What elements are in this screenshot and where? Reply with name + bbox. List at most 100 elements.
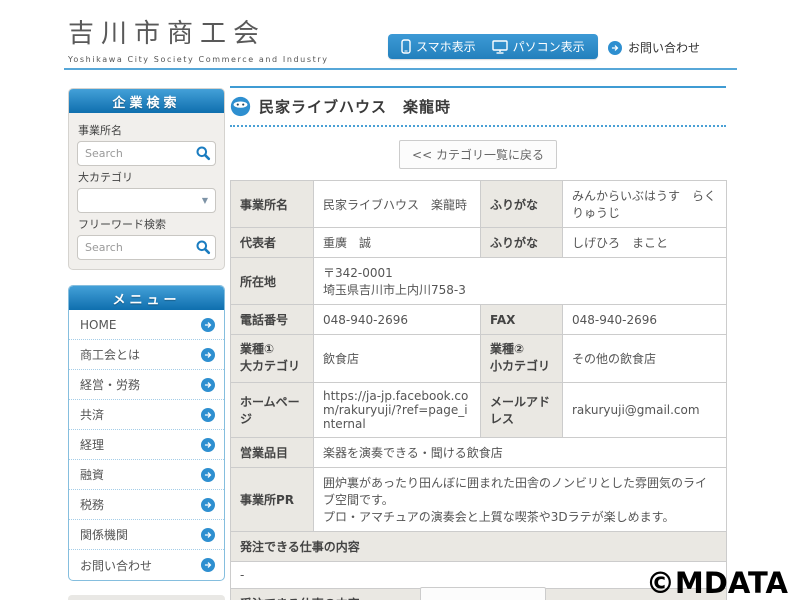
- table-row: 営業品目 楽器を演奏できる・聞ける飲食店: [231, 437, 727, 467]
- business-name-kana-value: みんからいぶはうす らくりゅうじ: [563, 181, 727, 228]
- menu-item-contact[interactable]: お問い合わせ: [69, 550, 224, 580]
- arrow-circle-icon: [608, 41, 622, 55]
- back-to-category-button-bottom[interactable]: [420, 587, 546, 600]
- menu-item-about[interactable]: 商工会とは: [69, 340, 224, 370]
- business-detail-table: 事業所名 民家ライブハウス 楽龍時 ふりがな みんからいぶはうす らくりゅうじ …: [230, 180, 727, 600]
- menu-item-label: HOME: [80, 318, 116, 332]
- contact-link-label: お問い合わせ: [628, 39, 700, 56]
- homepage-url-link[interactable]: https://ja-jp.facebook.com/rakuryuji/?re…: [314, 382, 481, 437]
- menu-item-loans[interactable]: 融資: [69, 460, 224, 490]
- address-value: 〒342-0001 埼玉県吉川市上内川758-3: [314, 258, 727, 305]
- street-address: 埼玉県吉川市上内川758-3: [323, 281, 717, 298]
- business-name-header: 事業所名: [231, 181, 314, 228]
- table-row: 事業所PR 囲炉裏があったり田んぼに囲まれた田舎のノンビリとした雰囲気のライブ空…: [231, 467, 727, 531]
- pc-view-button[interactable]: パソコン表示: [492, 38, 585, 55]
- menu-title: メニュー: [69, 286, 224, 310]
- table-row: 業種① 大カテゴリ 飲食店 業種② 小カテゴリ その他の飲食店: [231, 335, 727, 383]
- category-select[interactable]: ▼: [77, 188, 216, 213]
- page-title-row: 民家ライブハウス 楽龍時: [230, 88, 726, 125]
- sidebar: 企業検索 事業所名 大カテゴリ ▼ フリーワード検索: [68, 88, 225, 600]
- menu-item-tax[interactable]: 税務: [69, 490, 224, 520]
- menu-item-label: 商工会とは: [80, 346, 140, 363]
- smartphone-view-label: スマホ表示: [416, 38, 476, 55]
- industry2-header-line1: 業種②: [490, 341, 553, 358]
- menu-item-label: 関係機関: [80, 526, 128, 543]
- menu-item-related-organizations[interactable]: 関係機関: [69, 520, 224, 550]
- company-search-box: 企業検索 事業所名 大カテゴリ ▼ フリーワード検索: [68, 88, 225, 270]
- about-society-heading[interactable]: 吉川市商工会について: [68, 595, 225, 600]
- site-title: 吉川市商工会: [68, 13, 329, 50]
- table-row: 代表者 重廣 誠 ふりがな しげひろ まこと: [231, 228, 727, 258]
- table-row: 発注できる仕事の内容: [231, 531, 727, 561]
- phone-header: 電話番号: [231, 305, 314, 335]
- menu-item-label: 共済: [80, 406, 104, 423]
- representative-header: 代表者: [231, 228, 314, 258]
- industry1-header-line1: 業種①: [240, 341, 304, 358]
- arrow-circle-icon: [201, 558, 215, 572]
- site-subtitle: Yoshikawa City Society Commerce and Indu…: [68, 55, 329, 64]
- industry1-header-line2: 大カテゴリ: [240, 358, 304, 375]
- menu-item-accounting[interactable]: 経理: [69, 430, 224, 460]
- freeword-label: フリーワード検索: [78, 216, 216, 232]
- fax-value: 048-940-2696: [563, 305, 727, 335]
- search-icon[interactable]: [195, 239, 211, 255]
- search-icon[interactable]: [195, 145, 211, 161]
- arrow-circle-icon: [201, 318, 215, 332]
- main-content: 民家ライブハウス 楽龍時 << カテゴリ一覧に戻る 事業所名 民家ライブハウス …: [230, 86, 726, 600]
- chevron-down-icon: ▼: [202, 196, 208, 205]
- pr-line1: 囲炉裏があったり田んぼに囲まれた田舎のノンビリとした雰囲気のライブ空間です。: [323, 474, 717, 508]
- industry2-header: 業種② 小カテゴリ: [481, 335, 563, 383]
- order-section-header: 発注できる仕事の内容: [231, 531, 727, 561]
- arrow-circle-icon: [201, 408, 215, 422]
- menu-item-label: 融資: [80, 466, 104, 483]
- table-row: 電話番号 048-940-2696 FAX 048-940-2696: [231, 305, 727, 335]
- phone-value: 048-940-2696: [314, 305, 481, 335]
- smartphone-view-button[interactable]: スマホ表示: [401, 38, 476, 55]
- mascot-icon: [230, 96, 251, 117]
- arrow-circle-icon: [201, 498, 215, 512]
- monitor-icon: [492, 40, 508, 54]
- menu-item-label: 税務: [80, 496, 104, 513]
- pc-view-label: パソコン表示: [513, 38, 585, 55]
- pr-header: 事業所PR: [231, 467, 314, 531]
- furigana-header: ふりがな: [481, 181, 563, 228]
- arrow-circle-icon: [201, 438, 215, 452]
- category-label: 大カテゴリ: [78, 169, 216, 185]
- products-value: 楽器を演奏できる・聞ける飲食店: [314, 437, 727, 467]
- furigana-header: ふりがな: [481, 228, 563, 258]
- postal-code: 〒342-0001: [323, 264, 717, 281]
- page-title: 民家ライブハウス 楽龍時: [259, 96, 451, 117]
- industry2-header-line2: 小カテゴリ: [490, 358, 553, 375]
- site-logo[interactable]: 吉川市商工会 Yoshikawa City Society Commerce a…: [68, 13, 329, 64]
- representative-kana-value: しげひろ まこと: [563, 228, 727, 258]
- arrow-circle-icon: [201, 528, 215, 542]
- back-to-category-button[interactable]: << カテゴリ一覧に戻る: [399, 140, 557, 169]
- representative-value: 重廣 誠: [314, 228, 481, 258]
- table-row: ホームページ https://ja-jp.facebook.com/rakury…: [231, 382, 727, 437]
- business-name-label: 事業所名: [78, 122, 216, 138]
- fax-header: FAX: [481, 305, 563, 335]
- title-dotted-divider: [230, 125, 726, 127]
- arrow-circle-icon: [201, 378, 215, 392]
- page: 吉川市商工会 Yoshikawa City Society Commerce a…: [0, 0, 800, 600]
- watermark: ©MDATA: [646, 566, 788, 600]
- view-toggle-group: スマホ表示 パソコン表示: [388, 34, 598, 59]
- table-row: 事業所名 民家ライブハウス 楽龍時 ふりがな みんからいぶはうす らくりゅうじ: [231, 181, 727, 228]
- contact-link[interactable]: お問い合わせ: [608, 39, 700, 56]
- header-divider: [64, 68, 737, 70]
- email-value: rakuryuji@gmail.com: [563, 382, 727, 437]
- menu-item-home[interactable]: HOME: [69, 310, 224, 340]
- menu-item-label: 経理: [80, 436, 104, 453]
- homepage-header: ホームページ: [231, 382, 314, 437]
- company-search-title: 企業検索: [69, 89, 224, 113]
- pr-line2: プロ・アマチュアの演奏会と上質な喫茶や3Dラテが楽しめます。: [323, 508, 717, 525]
- pr-value: 囲炉裏があったり田んぼに囲まれた田舎のノンビリとした雰囲気のライブ空間です。 プ…: [314, 467, 727, 531]
- address-header: 所在地: [231, 258, 314, 305]
- industry2-value: その他の飲食店: [563, 335, 727, 383]
- menu-item-management-labor[interactable]: 経営・労務: [69, 370, 224, 400]
- products-header: 営業品目: [231, 437, 314, 467]
- sidebar-menu: メニュー HOME 商工会とは 経営・労務 共済 経理 融資: [68, 285, 225, 581]
- menu-item-mutual-aid[interactable]: 共済: [69, 400, 224, 430]
- menu-item-label: 経営・労務: [80, 376, 140, 393]
- email-header: メールアドレス: [481, 382, 563, 437]
